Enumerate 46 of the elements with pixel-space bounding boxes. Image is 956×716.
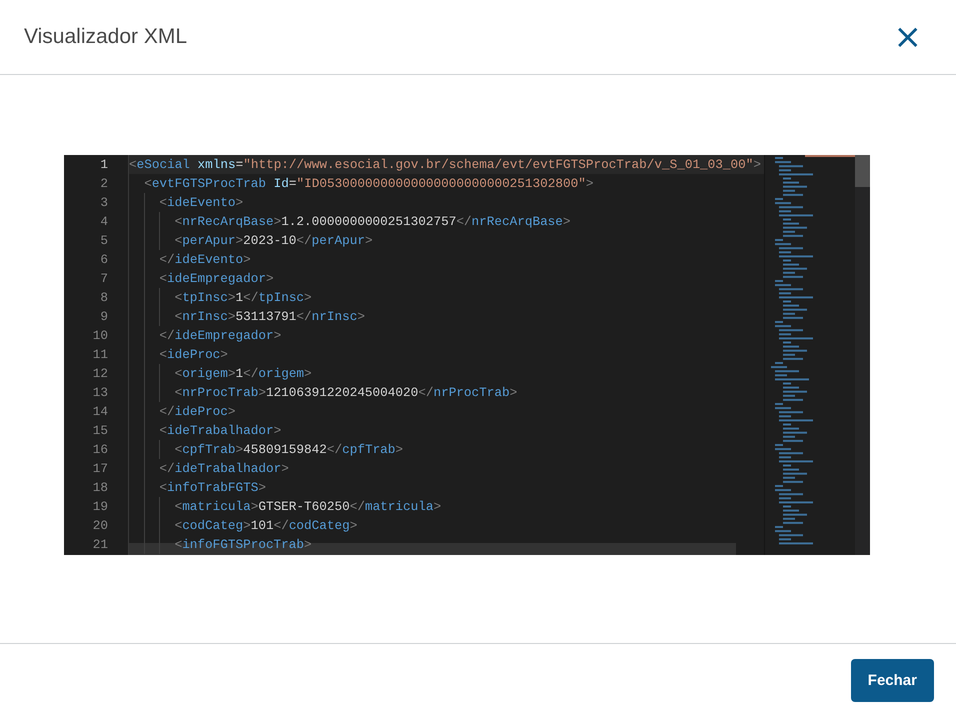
line-number: 16 <box>92 441 109 459</box>
code-line: <nrProcTrab>12106391220245004020</nrProcTrab> <box>174 384 518 402</box>
code-line: <matricula>GTSER-T60250</matricula> <box>174 498 442 516</box>
line-number: 20 <box>92 517 109 535</box>
code-line: <ideEmpregador> <box>159 270 274 288</box>
code-line: <origem>1</origem> <box>174 365 312 383</box>
line-number: 9 <box>99 308 109 326</box>
code-line: <cpfTrab>45809159842</cpfTrab> <box>174 441 404 459</box>
code-line: <codCateg>101</codCateg> <box>174 517 358 535</box>
code-line: </ideEvento> <box>159 251 251 269</box>
code-line: <eSocial xmlns="http://www.esocial.gov.br/schema/evt/evtFGTSProcTrab/v_S_01_03_00"> <box>129 156 761 174</box>
line-number: 10 <box>92 327 109 345</box>
code-line: <tpInsc>1</tpInsc> <box>174 289 312 307</box>
code-line: </ideTrabalhador> <box>159 460 289 478</box>
code-line: <ideEvento> <box>159 194 244 212</box>
code-line: </ideEmpregador> <box>159 327 282 345</box>
code-line: <infoFGTSProcTrab> <box>174 536 312 554</box>
code-line: <perApur>2023-10</perApur> <box>174 232 373 250</box>
line-number: 11 <box>92 346 109 364</box>
code-line: <nrInsc>53113791</nrInsc> <box>174 308 365 326</box>
line-number: 15 <box>92 422 109 440</box>
line-number: 1 <box>99 156 109 174</box>
line-number: 8 <box>99 289 109 307</box>
close-dialog-button[interactable]: Fechar <box>850 658 934 702</box>
line-number: 14 <box>92 403 109 421</box>
code-line: <infoTrabFGTS> <box>159 479 266 497</box>
code-line: </ideProc> <box>159 403 236 421</box>
line-number: 19 <box>92 498 109 516</box>
line-number: 5 <box>99 232 109 250</box>
line-number: 7 <box>99 270 109 288</box>
line-number: 3 <box>99 194 109 212</box>
close-button[interactable]: × <box>890 20 926 54</box>
dialog-title: Visualizador XML <box>24 25 188 49</box>
code-line: <ideTrabalhador> <box>159 422 282 440</box>
line-number: 4 <box>99 213 109 231</box>
line-number: 18 <box>92 479 109 497</box>
code-line: <evtFGTSProcTrab Id="ID0530000000000000000000000251302800"> <box>144 175 594 193</box>
line-number: 17 <box>92 460 109 478</box>
code-line: <nrRecArqBase>1.2.0000000000251302757</nrRecArqBase> <box>174 213 571 231</box>
line-number: 12 <box>92 365 109 383</box>
line-number: 13 <box>92 384 109 402</box>
scrollbar[interactable] <box>855 155 870 187</box>
line-number: 2 <box>99 175 109 193</box>
line-number: 6 <box>99 251 109 269</box>
line-number: 21 <box>92 536 109 554</box>
code-line: <ideProc> <box>159 346 228 364</box>
